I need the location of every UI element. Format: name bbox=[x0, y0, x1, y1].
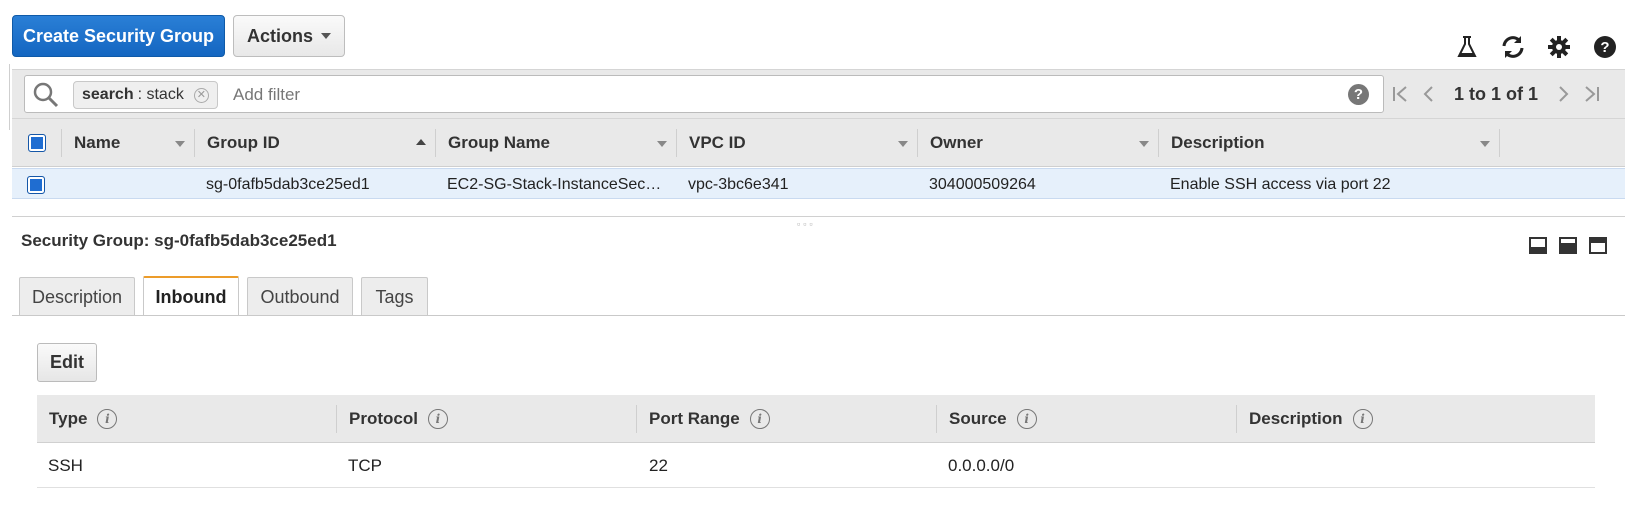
cell-vpc-id: vpc-3bc6e341 bbox=[688, 175, 789, 193]
filter-bar: search : stack ✕ ? 1 to 1 of 1 bbox=[12, 69, 1625, 119]
column-label: Port Range bbox=[649, 409, 740, 428]
layout-bottom-full-icon[interactable] bbox=[1589, 237, 1607, 254]
column-header-description[interactable]: Description bbox=[1159, 119, 1500, 167]
select-all-checkbox[interactable] bbox=[28, 134, 46, 152]
rules-row: SSH TCP 22 0.0.0.0/0 bbox=[37, 444, 1595, 488]
info-icon[interactable]: i bbox=[1352, 409, 1373, 429]
tab-tags[interactable]: Tags bbox=[361, 277, 428, 316]
layout-icons bbox=[1529, 237, 1607, 254]
left-panel-edge bbox=[0, 64, 10, 130]
sort-icon bbox=[1139, 141, 1149, 147]
toolbar-icons: ? bbox=[1453, 33, 1619, 61]
cell-description: Enable SSH access via port 22 bbox=[1170, 175, 1391, 193]
cell-group-name: EC2-SG-Stack-InstanceSec… bbox=[447, 175, 662, 193]
column-label: Group Name bbox=[448, 133, 551, 152]
flask-icon[interactable] bbox=[1453, 33, 1481, 61]
column-header-vpc-id[interactable]: VPC ID bbox=[677, 119, 918, 167]
select-all-column bbox=[12, 119, 62, 167]
cell-owner: 304000509264 bbox=[929, 175, 1036, 193]
first-page-icon[interactable] bbox=[1392, 85, 1408, 103]
search-icon bbox=[33, 82, 59, 113]
rule-port-range: 22 bbox=[649, 456, 668, 475]
edit-label: Edit bbox=[50, 352, 84, 372]
column-label: VPC ID bbox=[689, 133, 746, 152]
actions-label: Actions bbox=[246, 25, 313, 46]
resize-grip-icon[interactable]: ▫▫▫ bbox=[797, 219, 816, 229]
filter-token-value: : stack bbox=[137, 86, 184, 103]
edit-button[interactable]: Edit bbox=[37, 343, 97, 382]
cell-group-id: sg-0fafb5dab3ce25ed1 bbox=[206, 175, 370, 193]
chevron-down-icon bbox=[321, 33, 331, 39]
filter-help-icon[interactable]: ? bbox=[1348, 84, 1369, 105]
rule-protocol: TCP bbox=[348, 456, 382, 475]
column-label: Description bbox=[1171, 133, 1265, 152]
filter-token-key: search bbox=[82, 86, 134, 103]
last-page-icon[interactable] bbox=[1584, 85, 1600, 103]
column-label: Owner bbox=[930, 133, 983, 152]
sort-icon bbox=[898, 141, 908, 147]
table-row[interactable]: sg-0fafb5dab3ce25ed1 EC2-SG-Stack-Instan… bbox=[12, 168, 1625, 199]
layout-bottom-half-icon[interactable] bbox=[1559, 237, 1577, 254]
column-label: Name bbox=[74, 133, 121, 152]
row-checkbox[interactable] bbox=[27, 175, 45, 194]
rules-column-protocol: Protocol i bbox=[336, 395, 448, 443]
column-label: Protocol bbox=[349, 409, 418, 428]
rules-column-description: Description i bbox=[1236, 395, 1373, 443]
column-label: Description bbox=[1249, 409, 1343, 428]
layout-bottom-small-icon[interactable] bbox=[1529, 237, 1547, 254]
prev-page-icon[interactable] bbox=[1422, 85, 1434, 103]
rules-header: Type i Protocol i Port Range i Source i … bbox=[37, 395, 1595, 443]
column-header-group-id[interactable]: Group ID bbox=[195, 119, 436, 167]
next-page-icon[interactable] bbox=[1558, 85, 1570, 103]
sort-icon bbox=[175, 141, 185, 147]
help-icon[interactable]: ? bbox=[1591, 33, 1619, 61]
tab-inbound[interactable]: Inbound bbox=[143, 276, 239, 316]
grid-header: Name Group ID Group Name VPC ID Owner De… bbox=[12, 119, 1625, 167]
actions-dropdown-button[interactable]: Actions bbox=[233, 15, 345, 57]
pager-text: 1 to 1 of 1 bbox=[1454, 83, 1539, 104]
info-icon[interactable]: i bbox=[97, 409, 118, 429]
svg-text:?: ? bbox=[1600, 39, 1609, 56]
search-box[interactable]: search : stack ✕ ? bbox=[24, 75, 1384, 113]
column-label: Source bbox=[949, 409, 1007, 428]
tabs-baseline bbox=[12, 315, 1625, 316]
gear-icon[interactable] bbox=[1545, 33, 1573, 61]
tab-description[interactable]: Description bbox=[19, 277, 135, 316]
refresh-icon[interactable] bbox=[1499, 33, 1527, 61]
column-header-group-name[interactable]: Group Name bbox=[436, 119, 677, 167]
remove-token-icon[interactable]: ✕ bbox=[193, 87, 209, 103]
row-select bbox=[27, 169, 51, 200]
create-security-group-button[interactable]: Create Security Group bbox=[12, 15, 225, 57]
filter-token[interactable]: search : stack ✕ bbox=[73, 81, 218, 109]
create-security-group-label: Create Security Group bbox=[22, 25, 215, 46]
rule-type: SSH bbox=[48, 456, 83, 475]
cell-name bbox=[74, 169, 194, 200]
pager: 1 to 1 of 1 bbox=[1392, 75, 1600, 113]
sort-icon bbox=[1480, 141, 1490, 147]
rules-column-type: Type i bbox=[49, 395, 118, 443]
column-label: Type bbox=[49, 409, 88, 428]
tab-outbound[interactable]: Outbound bbox=[247, 277, 353, 316]
column-header-name[interactable]: Name bbox=[62, 119, 195, 167]
column-header-owner[interactable]: Owner bbox=[918, 119, 1159, 167]
filter-input[interactable] bbox=[231, 82, 1291, 108]
info-icon[interactable]: i bbox=[427, 409, 448, 429]
sort-ascending-icon bbox=[416, 139, 426, 145]
sort-icon bbox=[657, 141, 667, 147]
rule-source: 0.0.0.0/0 bbox=[948, 456, 1015, 475]
column-label: Group ID bbox=[207, 133, 280, 152]
info-icon[interactable]: i bbox=[749, 409, 770, 429]
rules-column-port-range: Port Range i bbox=[636, 395, 770, 443]
pane-divider[interactable] bbox=[12, 216, 1625, 217]
info-icon[interactable]: i bbox=[1016, 409, 1037, 429]
detail-title: Security Group: sg-0fafb5dab3ce25ed1 bbox=[21, 231, 337, 250]
rules-column-source: Source i bbox=[936, 395, 1037, 443]
